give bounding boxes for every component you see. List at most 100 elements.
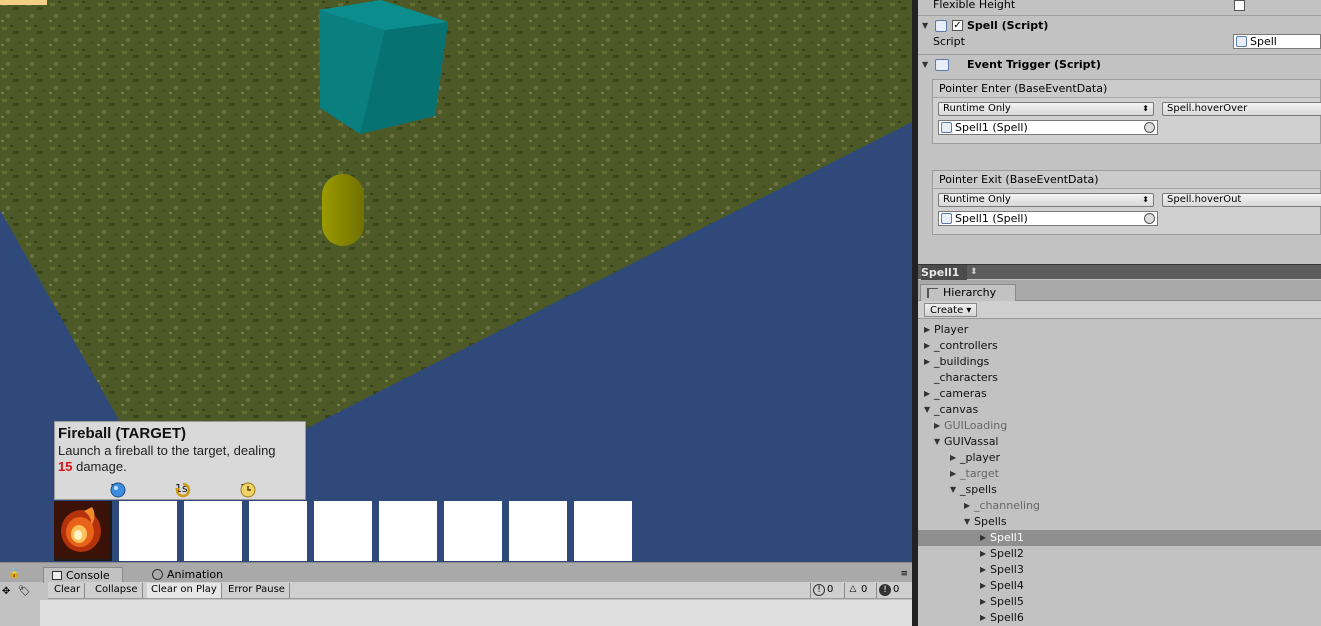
hierarchy-node[interactable]: ▶ Spell6 — [918, 610, 1321, 626]
hierarchy-node[interactable]: ▼ GUIVassal — [918, 434, 1321, 450]
function-dropdown[interactable]: Spell.hoverOver — [1162, 102, 1321, 116]
script-row: Script Spell — [918, 34, 1321, 50]
object-picker-icon[interactable] — [1144, 122, 1155, 133]
create-button[interactable]: Create ▾ — [924, 303, 978, 317]
fold-right-icon[interactable]: ▶ — [934, 418, 940, 434]
error-pause-button[interactable]: Error Pause — [224, 583, 290, 598]
hierarchy-node[interactable]: ▶ _player — [918, 450, 1321, 466]
hierarchy-node[interactable]: ▶ _buildings — [918, 354, 1321, 370]
console-panel: 🔒 Console Animation ≡ ✥ 🏷 Clear Collapse… — [0, 562, 912, 626]
function-dropdown[interactable]: Spell.hoverOut — [1162, 193, 1321, 207]
script-field[interactable]: Spell — [1233, 34, 1321, 49]
tab-animation[interactable]: Animation — [145, 567, 235, 583]
spell-component-header[interactable]: ▼ ✓ Spell (Script) — [918, 17, 1321, 35]
fold-right-icon[interactable]: ▶ — [950, 450, 956, 466]
fold-right-icon[interactable]: ▶ — [980, 594, 986, 610]
error-count-button[interactable]: ! 0 — [876, 583, 903, 598]
cube-object[interactable] — [319, 0, 448, 134]
fold-down-icon[interactable]: ▼ — [924, 402, 930, 418]
spell-slot-6[interactable] — [379, 501, 437, 561]
hierarchy-node[interactable]: ▶ GUILoading — [918, 418, 1321, 434]
tag-icon[interactable]: 🏷 — [18, 586, 31, 597]
event-trigger-header[interactable]: ▼ Event Trigger (Script) — [918, 56, 1321, 74]
hierarchy-node[interactable]: _characters — [918, 370, 1321, 386]
hierarchy-node[interactable]: ▶ Player — [918, 322, 1321, 338]
hierarchy-node[interactable]: ▶ Spell5 — [918, 594, 1321, 610]
spell-slot-7[interactable] — [444, 501, 502, 561]
fold-right-icon[interactable]: ▶ — [924, 354, 930, 370]
hierarchy-node[interactable]: ▶ _channeling — [918, 498, 1321, 514]
fold-right-icon[interactable]: ▶ — [980, 562, 986, 578]
fold-right-icon[interactable]: ▶ — [980, 610, 986, 626]
hierarchy-node[interactable]: ▶ Spell1 — [918, 530, 1321, 546]
info-count-button[interactable]: ! 0 — [810, 583, 837, 598]
spell-slot-3[interactable] — [184, 501, 242, 561]
runtime-dropdown[interactable]: Runtime Only ⬍ — [938, 102, 1154, 116]
spell-slot-2[interactable] — [119, 501, 177, 561]
spell-slot-8[interactable] — [509, 501, 567, 561]
tab-hierarchy[interactable]: Hierarchy — [920, 284, 1016, 301]
hierarchy-node[interactable]: ▼ _canvas — [918, 402, 1321, 418]
scene-corner-tab[interactable] — [0, 0, 47, 5]
layers-icon[interactable]: ✥ — [2, 586, 10, 597]
hierarchy-node-label: Spell1 — [990, 531, 1024, 544]
scene-view[interactable]: Fireball (TARGET) Launch a fireball to t… — [0, 0, 912, 562]
target-object-field[interactable]: Spell1 (Spell) — [938, 211, 1158, 226]
selected-object-bar[interactable]: Spell1 ⬍ — [918, 264, 1321, 280]
fold-right-icon[interactable]: ▶ — [924, 338, 930, 354]
fold-down-icon[interactable]: ▼ — [922, 56, 928, 74]
fold-right-icon[interactable]: ▶ — [980, 546, 986, 562]
script-value: Spell — [1250, 35, 1277, 48]
collapse-button[interactable]: Collapse — [91, 583, 143, 598]
flexible-height-label: Flexible Height — [933, 0, 1016, 11]
clear-on-play-button[interactable]: Clear on Play — [147, 583, 222, 598]
mana-stat: 10 — [110, 482, 126, 498]
lock-icon[interactable]: 🔒 — [8, 568, 20, 579]
hierarchy-node[interactable]: ▼ Spells — [918, 514, 1321, 530]
warning-count-button[interactable]: △ 0 — [844, 583, 871, 598]
event-trigger-title: Event Trigger (Script) — [967, 58, 1101, 71]
spell-enabled-checkbox[interactable]: ✓ — [952, 20, 963, 31]
fold-right-icon[interactable]: ▶ — [980, 578, 986, 594]
hierarchy-node[interactable]: ▶ Spell4 — [918, 578, 1321, 594]
script-icon — [1236, 36, 1247, 47]
spell-slot-4[interactable] — [249, 501, 307, 561]
fold-down-icon[interactable]: ▼ — [934, 434, 940, 450]
fold-right-icon[interactable]: ▶ — [980, 530, 986, 546]
spell-slot-1[interactable] — [54, 501, 112, 561]
console-log-area[interactable] — [40, 600, 912, 626]
hierarchy-node[interactable]: ▶ _cameras — [918, 386, 1321, 402]
hierarchy-node[interactable]: ▶ _controllers — [918, 338, 1321, 354]
hierarchy-node-label: Spell3 — [990, 563, 1024, 576]
fold-down-icon[interactable]: ▼ — [964, 514, 970, 530]
error-icon: ! — [879, 584, 891, 596]
hierarchy-node-label: _cameras — [934, 387, 987, 400]
fold-right-icon[interactable]: ▶ — [950, 466, 956, 482]
object-picker-icon[interactable] — [1144, 213, 1155, 224]
runtime-dropdown[interactable]: Runtime Only ⬍ — [938, 193, 1154, 207]
hierarchy-node-label: _target — [960, 467, 999, 480]
tooltip-desc-before: Launch a fireball to the target, dealing — [58, 443, 276, 458]
fold-right-icon[interactable]: ▶ — [964, 498, 970, 514]
cooldown-stat: 1s — [175, 482, 191, 498]
panel-menu-icon[interactable]: ≡ — [900, 569, 908, 579]
target-object-field[interactable]: Spell1 (Spell) — [938, 120, 1158, 135]
flexible-height-checkbox[interactable] — [1234, 0, 1245, 11]
fold-right-icon[interactable]: ▶ — [924, 322, 930, 338]
inspector-panel: Flexible Height ▼ ✓ Spell (Script) Scrip… — [918, 0, 1321, 264]
hierarchy-node[interactable]: ▼ _spells — [918, 482, 1321, 498]
hierarchy-node[interactable]: ▶ Spell2 — [918, 546, 1321, 562]
fold-down-icon[interactable]: ▼ — [950, 482, 956, 498]
capsule-object[interactable] — [322, 174, 364, 246]
spell-slot-5[interactable] — [314, 501, 372, 561]
clear-button[interactable]: Clear — [50, 583, 86, 598]
tab-console[interactable]: Console — [43, 567, 123, 583]
drag-handle-icon[interactable]: ⬍ — [970, 265, 978, 280]
hierarchy-node-label: _controllers — [934, 339, 998, 352]
hierarchy-node[interactable]: ▶ _target — [918, 466, 1321, 482]
fold-down-icon[interactable]: ▼ — [922, 17, 928, 35]
spell-slot-9[interactable] — [574, 501, 632, 561]
fold-right-icon[interactable]: ▶ — [924, 386, 930, 402]
hierarchy-panel: Hierarchy Create ▾ ▶ Player ▶ _controllers ▶… — [918, 280, 1321, 626]
hierarchy-node[interactable]: ▶ Spell3 — [918, 562, 1321, 578]
